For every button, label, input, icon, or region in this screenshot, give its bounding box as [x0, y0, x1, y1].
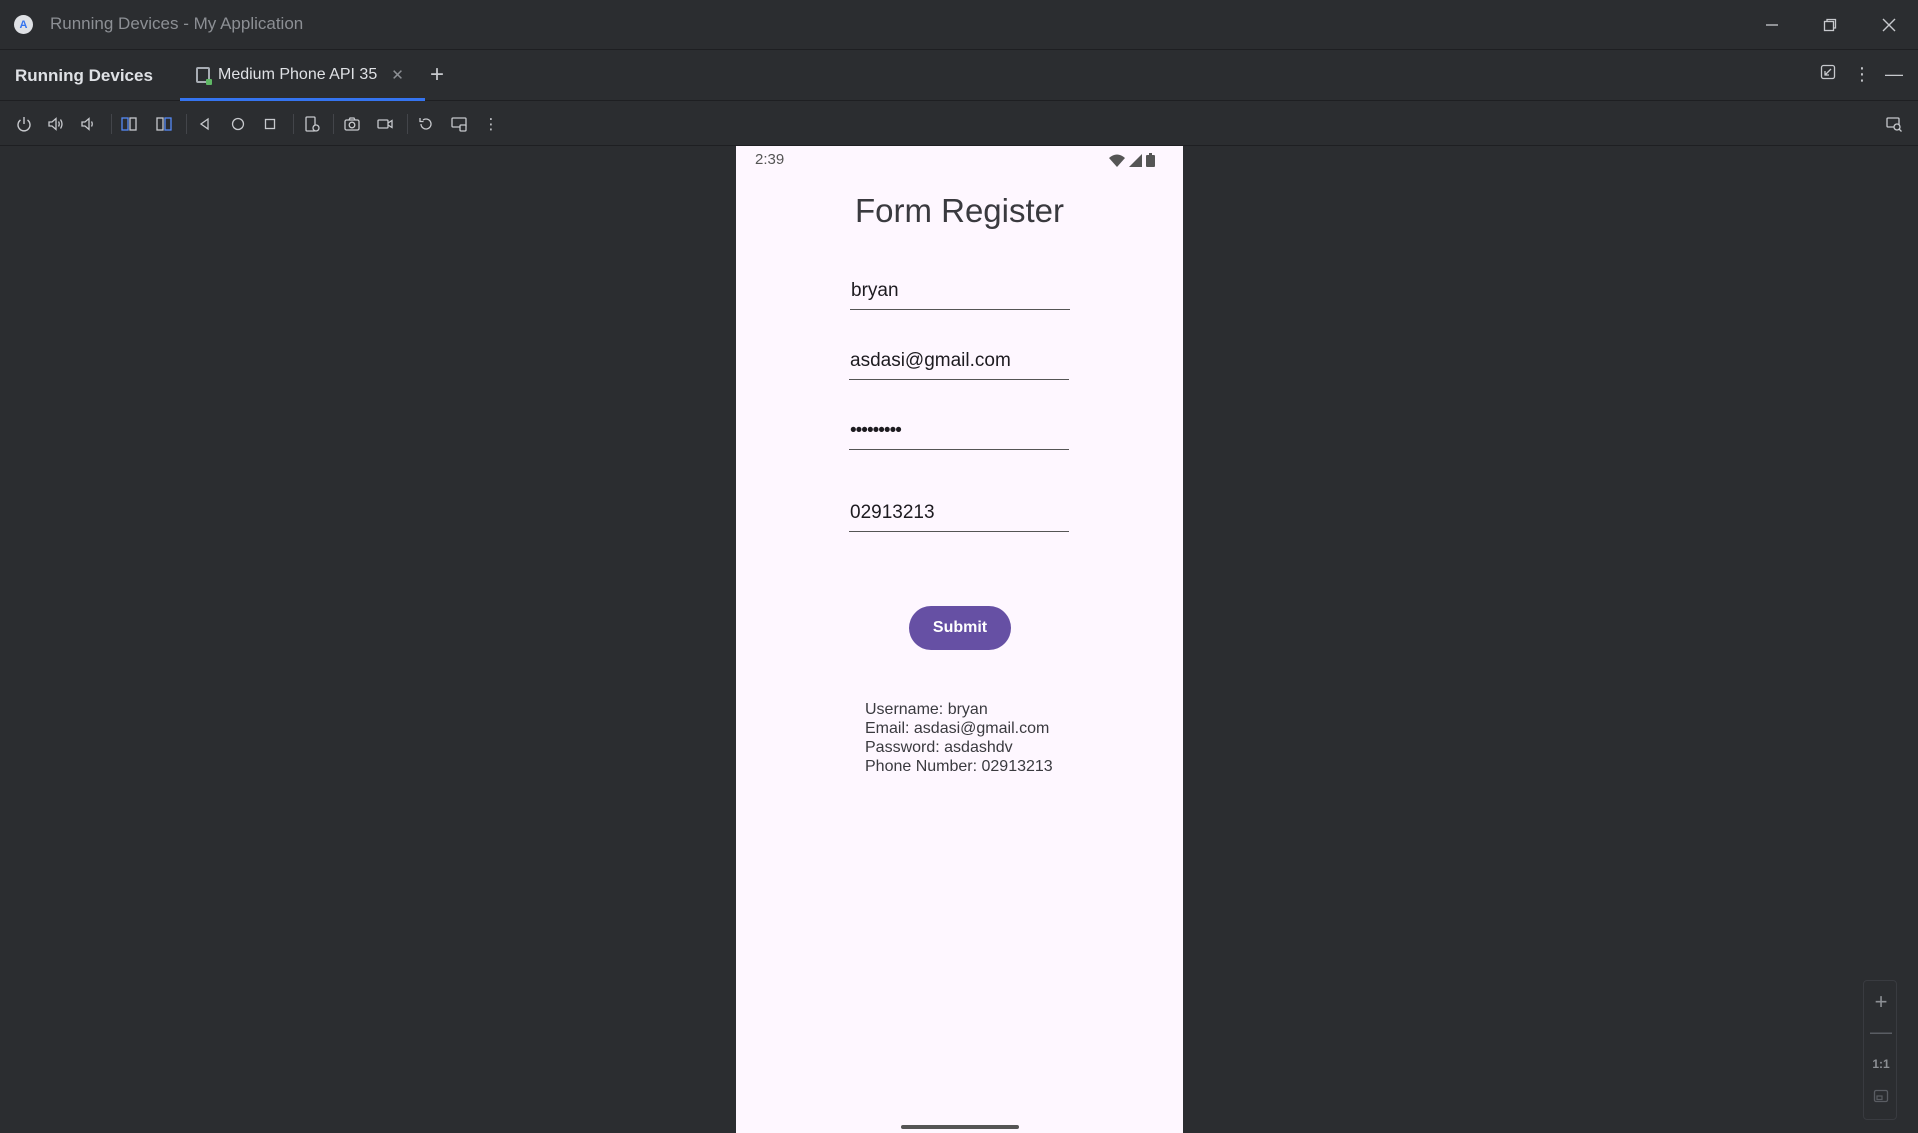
tab-label: Medium Phone API 35: [218, 65, 378, 83]
rotate-right-icon[interactable]: [153, 113, 175, 135]
device-explorer-icon[interactable]: [1883, 113, 1905, 135]
device-settings-icon[interactable]: [301, 113, 323, 135]
more-icon[interactable]: ⋮: [480, 113, 502, 135]
form-title: Form Register: [854, 192, 1065, 229]
zoom-controls: + — 1:1: [1863, 980, 1897, 1120]
close-icon[interactable]: [1874, 10, 1904, 40]
device-toolbar: ⋮: [0, 102, 1918, 146]
zoom-in-icon[interactable]: +: [1864, 987, 1898, 1017]
overview-icon[interactable]: [259, 113, 281, 135]
result-email: Email: asdasi@gmail.com: [865, 720, 1050, 737]
tool-window-header: Running Devices Medium Phone API 35 ✕ + …: [0, 51, 1918, 101]
device-viewport: 2:39 Form Register bryan asdasi@gmail.co…: [0, 146, 1918, 1133]
battery-icon: [1146, 153, 1155, 167]
result-username: Username: bryan: [865, 701, 988, 718]
zoom-one-to-one-button[interactable]: 1:1: [1864, 1049, 1898, 1079]
keyboard-icon[interactable]: [448, 113, 470, 135]
collapse-icon[interactable]: [1820, 64, 1836, 85]
phone-number-field[interactable]: 02913213: [849, 502, 1069, 532]
tab-medium-phone-api-35[interactable]: Medium Phone API 35 ✕: [180, 51, 425, 101]
power-icon[interactable]: [13, 113, 35, 135]
tab-close-icon[interactable]: ✕: [391, 66, 404, 84]
screenshot-icon[interactable]: [341, 113, 363, 135]
android-studio-logo-icon: A: [14, 15, 33, 34]
back-icon[interactable]: [194, 113, 216, 135]
reset-icon[interactable]: [415, 113, 437, 135]
plus-icon[interactable]: +: [430, 61, 444, 89]
screen-record-icon[interactable]: [374, 113, 396, 135]
device-icon: [196, 66, 212, 85]
phone-screen[interactable]: 2:39 Form Register bryan asdasi@gmail.co…: [736, 146, 1183, 1133]
options-icon[interactable]: ⋮: [1853, 64, 1871, 85]
gesture-nav-handle[interactable]: [901, 1125, 1019, 1129]
minimize-icon[interactable]: [1757, 10, 1787, 40]
email-field[interactable]: asdasi@gmail.com: [849, 350, 1069, 380]
volume-up-icon[interactable]: [45, 113, 67, 135]
restore-icon[interactable]: [1815, 10, 1845, 40]
status-time: 2:39: [755, 151, 785, 168]
result-text: Username: bryan Email: asdasi@gmail.com …: [865, 700, 1053, 776]
submit-button[interactable]: Submit: [909, 606, 1011, 650]
password-field[interactable]: •••••••••: [849, 420, 1069, 450]
window-title: Running Devices - My Application: [50, 14, 304, 33]
home-icon[interactable]: [227, 113, 249, 135]
result-phone: Phone Number: 02913213: [865, 758, 1053, 775]
status-icons: [1109, 153, 1155, 167]
hide-icon[interactable]: —: [1885, 64, 1903, 85]
rotate-left-icon[interactable]: [118, 113, 140, 135]
zoom-out-icon[interactable]: —: [1864, 1017, 1898, 1047]
zoom-fit-icon[interactable]: [1864, 1081, 1898, 1111]
tool-window-title: Running Devices: [15, 66, 153, 85]
title-bar: A Running Devices - My Application: [0, 0, 1918, 50]
volume-down-icon[interactable]: [77, 113, 99, 135]
username-field[interactable]: bryan: [850, 280, 1070, 310]
result-password: Password: asdashdv: [865, 739, 1013, 756]
signal-icon: [1129, 153, 1142, 167]
wifi-icon: [1109, 154, 1125, 167]
